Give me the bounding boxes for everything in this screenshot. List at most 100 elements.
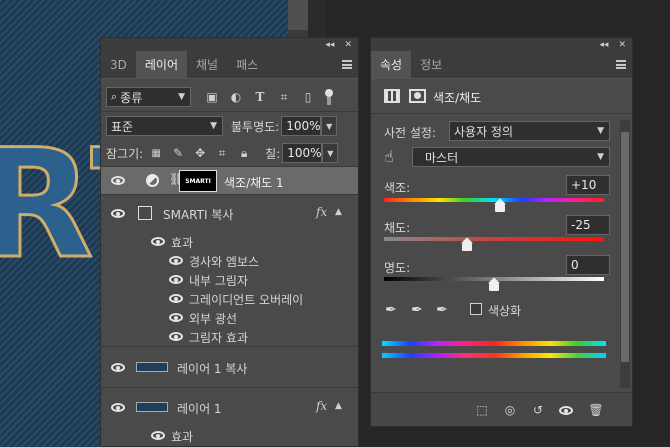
visibility-eye-icon[interactable] (169, 332, 183, 341)
layer-row-layer1-copy[interactable]: 레이어 1 복사 (101, 348, 358, 388)
fill-input[interactable]: 100% (282, 143, 323, 163)
clip-to-layer-icon[interactable]: ⬚ (474, 402, 490, 418)
view-previous-state-icon[interactable]: ◎ (502, 402, 518, 418)
saturation-input[interactable]: -25 (566, 215, 610, 235)
visibility-eye-icon[interactable] (111, 176, 125, 185)
adjustment-grid-icon[interactable] (384, 89, 400, 103)
visibility-eye-icon[interactable] (111, 209, 125, 218)
preset-value: 사용자 정의 (454, 124, 514, 139)
effect-bevel-emboss[interactable]: 경사와 엠보스 (189, 253, 259, 270)
hue-slider-thumb[interactable] (495, 202, 506, 212)
mask-thumbnail-text: SMARTI (185, 177, 211, 185)
smart-object-filter-icon[interactable]: ▯ (301, 90, 315, 104)
lock-all-icon[interactable]: 🔒︎ (237, 146, 251, 160)
fx-icon[interactable]: fx (316, 205, 327, 219)
hue-label: 색조: (384, 181, 411, 195)
adjustment-filter-icon[interactable]: ◐ (229, 90, 243, 104)
layer-name[interactable]: SMARTI 복사 (163, 206, 233, 223)
layer-row-smarti-copy[interactable]: SMARTI 복사 fx ▲ (101, 196, 358, 231)
visibility-eye-icon[interactable] (151, 431, 165, 440)
colorize-checkbox[interactable] (470, 303, 482, 315)
tab-3d[interactable]: 3D (101, 51, 136, 78)
close-panel-icon[interactable]: ✕ (344, 40, 352, 50)
close-panel-icon[interactable]: ✕ (618, 40, 626, 50)
channel-value: 마스터 (425, 150, 459, 165)
lightness-input[interactable]: 0 (566, 255, 610, 275)
visibility-eye-icon[interactable] (169, 294, 183, 303)
saturation-label: 채도: (384, 221, 411, 235)
preset-label: 사전 설정: (384, 126, 437, 140)
color-bar-bottom (382, 353, 606, 358)
tab-layers[interactable]: 레이어 (135, 51, 187, 78)
layer-name[interactable]: 색조/채도 1 (224, 174, 284, 191)
type-filter-icon[interactable]: T (253, 90, 267, 104)
opacity-label: 불투명도: (231, 119, 280, 134)
saturation-slider-track[interactable] (384, 237, 604, 241)
eyedropper-minus-icon[interactable]: ✒ (436, 302, 448, 318)
effects-label: 효과 (171, 430, 194, 444)
filter-label: 종류 (120, 90, 143, 105)
trash-icon[interactable]: 🗑︎ (588, 402, 604, 418)
saturation-slider-thumb[interactable] (461, 241, 472, 251)
panel-menu-icon[interactable] (616, 60, 626, 69)
lock-artboard-icon[interactable]: ⌗ (215, 146, 229, 160)
layer-thumbnail (136, 402, 168, 412)
lock-label: 잠그기: (106, 146, 144, 161)
chevron-down-icon: ▼ (178, 92, 185, 102)
collapse-icon[interactable]: ◂◂ (325, 40, 334, 50)
blend-mode-value: 표준 (111, 119, 134, 134)
effect-inner-shadow[interactable]: 내부 그림자 (189, 272, 248, 289)
shape-filter-icon[interactable]: ⌗ (277, 90, 291, 104)
toggle-visibility-eye-icon[interactable] (558, 402, 574, 418)
lock-position-icon[interactable]: ✥ (193, 146, 207, 160)
layer-mask-thumbnail[interactable]: SMARTI (179, 170, 217, 192)
layer-name[interactable]: 레이어 1 (177, 400, 222, 417)
preset-select[interactable]: 사용자 정의 ▼ (449, 121, 610, 141)
collapse-effects-icon[interactable]: ▲ (335, 207, 342, 217)
visibility-eye-icon[interactable] (111, 403, 125, 412)
properties-panel-titlebar: ◂◂ ✕ (371, 38, 632, 52)
layer-name[interactable]: 레이어 1 복사 (177, 360, 247, 377)
visibility-eye-icon[interactable] (169, 256, 183, 265)
lock-transparency-icon[interactable]: ▦ (149, 146, 163, 160)
fx-icon[interactable]: fx (316, 399, 327, 413)
channel-select[interactable]: 마스터 ▼ (412, 147, 610, 167)
filter-toggle-icon[interactable] (325, 89, 333, 105)
visibility-eye-icon[interactable] (151, 237, 165, 246)
lightness-slider-thumb[interactable] (489, 281, 499, 291)
targeted-adjustment-hand-icon[interactable]: ☝ (384, 147, 394, 166)
hue-slider-track[interactable] (384, 198, 604, 202)
fill-dropdown-button[interactable]: ▼ (322, 143, 339, 163)
layer-row-hue-saturation[interactable]: ⛓ SMARTI 색조/채도 1 (101, 167, 358, 195)
tab-properties[interactable]: 속성 (371, 51, 412, 78)
effect-drop-shadow[interactable]: 그림자 효과 (189, 329, 248, 346)
eyedropper-plus-icon[interactable]: ✒ (411, 302, 423, 318)
layer-filter-select[interactable]: ⌕ 종류 ▼ (106, 87, 191, 107)
blend-mode-select[interactable]: 표준 ▼ (106, 116, 223, 136)
hue-input[interactable]: +10 (566, 175, 610, 195)
opacity-input[interactable]: 100% (281, 116, 322, 136)
layer-row-layer1[interactable]: 레이어 1 fx ▲ (101, 389, 358, 424)
lightness-label: 명도: (384, 261, 411, 275)
collapse-icon[interactable]: ◂◂ (599, 40, 608, 50)
lock-brush-icon[interactable]: ✎ (171, 146, 185, 160)
visibility-eye-icon[interactable] (169, 313, 183, 322)
mask-icon[interactable] (409, 89, 426, 103)
effect-outer-glow[interactable]: 외부 광선 (189, 310, 237, 327)
tab-paths[interactable]: 패스 (227, 51, 267, 78)
collapse-effects-icon[interactable]: ▲ (335, 401, 342, 411)
reset-icon[interactable]: ↺ (530, 402, 546, 418)
effect-gradient-overlay[interactable]: 그레이디언트 오버레이 (189, 291, 303, 308)
visibility-eye-icon[interactable] (169, 275, 183, 284)
tab-info[interactable]: 정보 (411, 51, 451, 78)
tab-channels[interactable]: 채널 (187, 51, 227, 78)
pixel-layer-filter-icon[interactable]: ▣ (205, 90, 219, 104)
properties-scrollbar[interactable] (620, 120, 630, 388)
fill-label: 칠: (265, 146, 281, 161)
opacity-dropdown-button[interactable]: ▼ (321, 116, 338, 136)
visibility-eye-icon[interactable] (111, 363, 125, 372)
effects-label: 효과 (171, 236, 194, 250)
search-icon: ⌕ (111, 90, 118, 103)
eyedropper-icon[interactable]: ✒ (385, 302, 397, 318)
panel-menu-icon[interactable] (342, 60, 352, 69)
